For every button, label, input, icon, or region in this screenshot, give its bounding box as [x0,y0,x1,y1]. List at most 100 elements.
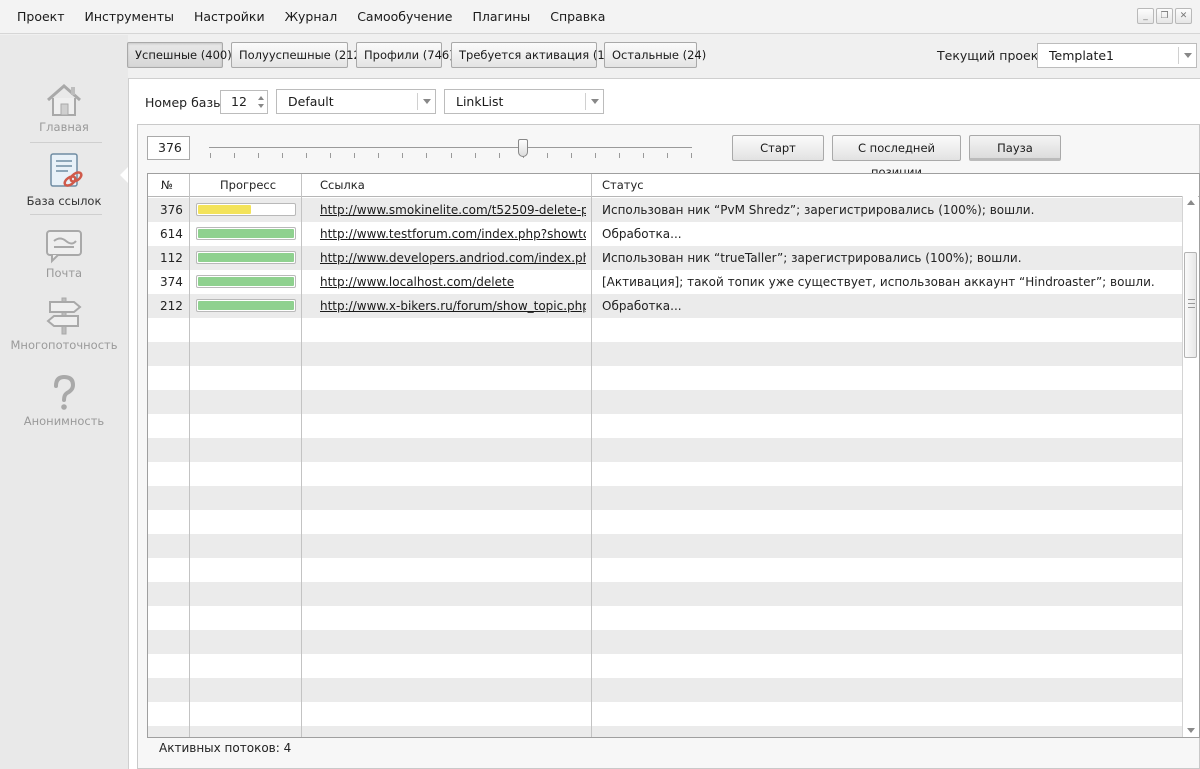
sidebar-item-mail[interactable]: Почта [0,228,128,280]
column-header-number[interactable]: № [161,174,173,197]
row-link[interactable]: http://www.developers.andriod.com/index.… [320,246,586,270]
slider-tick [234,153,235,158]
table-row [148,438,1183,462]
slider-tick [402,153,403,158]
stepper-up-icon[interactable] [258,96,264,100]
table-row [148,702,1183,726]
list-value: LinkList [456,94,504,109]
row-link[interactable]: http://www.x-bikers.ru/forum/show_topic.… [320,294,586,318]
base-number-stepper[interactable]: 12 [220,90,268,114]
menu-plugins[interactable]: Плагины [462,0,540,34]
chevron-down-icon[interactable] [1178,47,1196,64]
slider-tick [475,153,476,158]
profile-select[interactable]: Default [276,89,436,114]
slider-tick [258,153,259,158]
active-pointer [120,167,128,183]
table-scrollbar[interactable] [1182,196,1198,737]
position-field[interactable]: 376 [147,136,190,160]
tab-other[interactable]: Остальные (24) [604,42,706,68]
scrollbar-thumb[interactable] [1184,252,1197,358]
mail-icon [46,230,82,264]
row-link[interactable]: http://www.testforum.com/index.php?showt… [320,222,586,246]
table-row[interactable]: 376 http://www.smokinelite.com/t52509-del… [148,198,1183,222]
pause-button[interactable]: Пауза [969,135,1061,161]
tab-activation-required[interactable]: Требуется активация (106) [451,42,624,68]
table-row [148,366,1183,390]
table-row[interactable]: 374 http://www.localhost.com/delete [Актив… [148,270,1183,294]
slider-tick [282,153,283,158]
current-project-select[interactable]: Template1 [1037,43,1197,68]
table-row [148,654,1183,678]
position-slider-thumb[interactable] [518,139,528,157]
column-divider [591,174,592,737]
slider-tick [547,153,548,158]
slider-tick [451,153,452,158]
sidebar-item-home[interactable]: Главная [0,82,128,134]
table-row [148,462,1183,486]
table-row[interactable]: 614 http://www.testforum.com/index.php?sh… [148,222,1183,246]
row-number: 376 [160,203,183,217]
menu-tools[interactable]: Инструменты [75,0,184,34]
grip-line [1188,299,1195,300]
table-row[interactable]: 112 http://www.developers.andriod.com/ind… [148,246,1183,270]
menu-bar: Проект Инструменты Настройки Журнал Само… [0,0,1200,34]
slider-tick [354,153,355,158]
tab-profiles[interactable]: Профили (746) [356,42,454,68]
slider-tick [378,153,379,158]
menu-project[interactable]: Проект [0,0,75,34]
progress-fill [198,253,294,262]
position-slider-track[interactable] [209,147,692,148]
restore-icon[interactable]: ❐ [1156,8,1173,24]
menu-help[interactable]: Справка [540,0,615,34]
progress-fill [198,229,294,238]
row-link[interactable]: http://www.localhost.com/delete [320,270,514,294]
tab-successful[interactable]: Успешные (400) [127,42,232,68]
scroll-down-icon[interactable] [1187,728,1195,733]
position-value: 376 [158,140,182,155]
scroll-up-icon[interactable] [1187,200,1195,205]
table-row[interactable]: 212 http://www.x-bikers.ru/forum/show_top… [148,294,1183,318]
column-divider [301,174,302,737]
table-row [148,558,1183,582]
progress-fill [198,205,251,214]
sidebar: Главная База ссылок Почта Многопоточност [0,35,128,769]
table-row [148,678,1183,702]
table-row [148,630,1183,654]
list-select[interactable]: LinkList [444,89,604,114]
row-status: Обработка... [602,227,682,241]
tab-semi-successful[interactable]: Полууспешные (212) [231,42,365,68]
row-number: 614 [160,227,183,241]
sidebar-item-multithreading[interactable]: Многопоточность [0,296,128,352]
column-header-progress[interactable]: Прогресс [220,174,276,197]
row-status: Использован ник “trueTaller”; зарегистри… [602,251,1022,265]
slider-tick [306,153,307,158]
chevron-down-icon[interactable] [585,93,603,110]
row-link[interactable]: http://www.smokinelite.com/t52509-delete… [320,198,586,222]
column-header-link[interactable]: Ссылка [320,174,365,197]
minimize-icon[interactable]: _ [1137,8,1154,24]
current-project-label: Текущий проект [937,48,1046,63]
chevron-down-icon[interactable] [417,93,435,110]
table-row [148,606,1183,630]
base-number-value: 12 [231,94,247,109]
sidebar-item-label: Главная [39,120,89,134]
resume-from-last-position-button[interactable]: С последней позиции [832,135,961,179]
stepper-down-icon[interactable] [258,104,264,108]
slider-tick [330,153,331,158]
table-header: № Прогресс Ссылка Статус [148,174,1199,197]
column-header-status[interactable]: Статус [602,174,644,197]
table-row [148,534,1183,558]
close-icon[interactable]: ✕ [1175,8,1192,24]
row-status: Обработка... [602,299,682,313]
sidebar-item-anonymity[interactable]: Анонимность [0,374,128,428]
table-row [148,726,1183,737]
window-controls: _ ❐ ✕ [1137,8,1192,24]
menu-settings[interactable]: Настройки [184,0,275,34]
signpost-icon [46,297,82,335]
slider-tick [499,153,500,158]
sidebar-item-link-base[interactable]: База ссылок [0,152,128,208]
sidebar-item-label: Многопоточность [10,338,118,352]
menu-self-learning[interactable]: Самообучение [347,0,462,34]
menu-journal[interactable]: Журнал [275,0,348,34]
start-button[interactable]: Старт [732,135,824,161]
